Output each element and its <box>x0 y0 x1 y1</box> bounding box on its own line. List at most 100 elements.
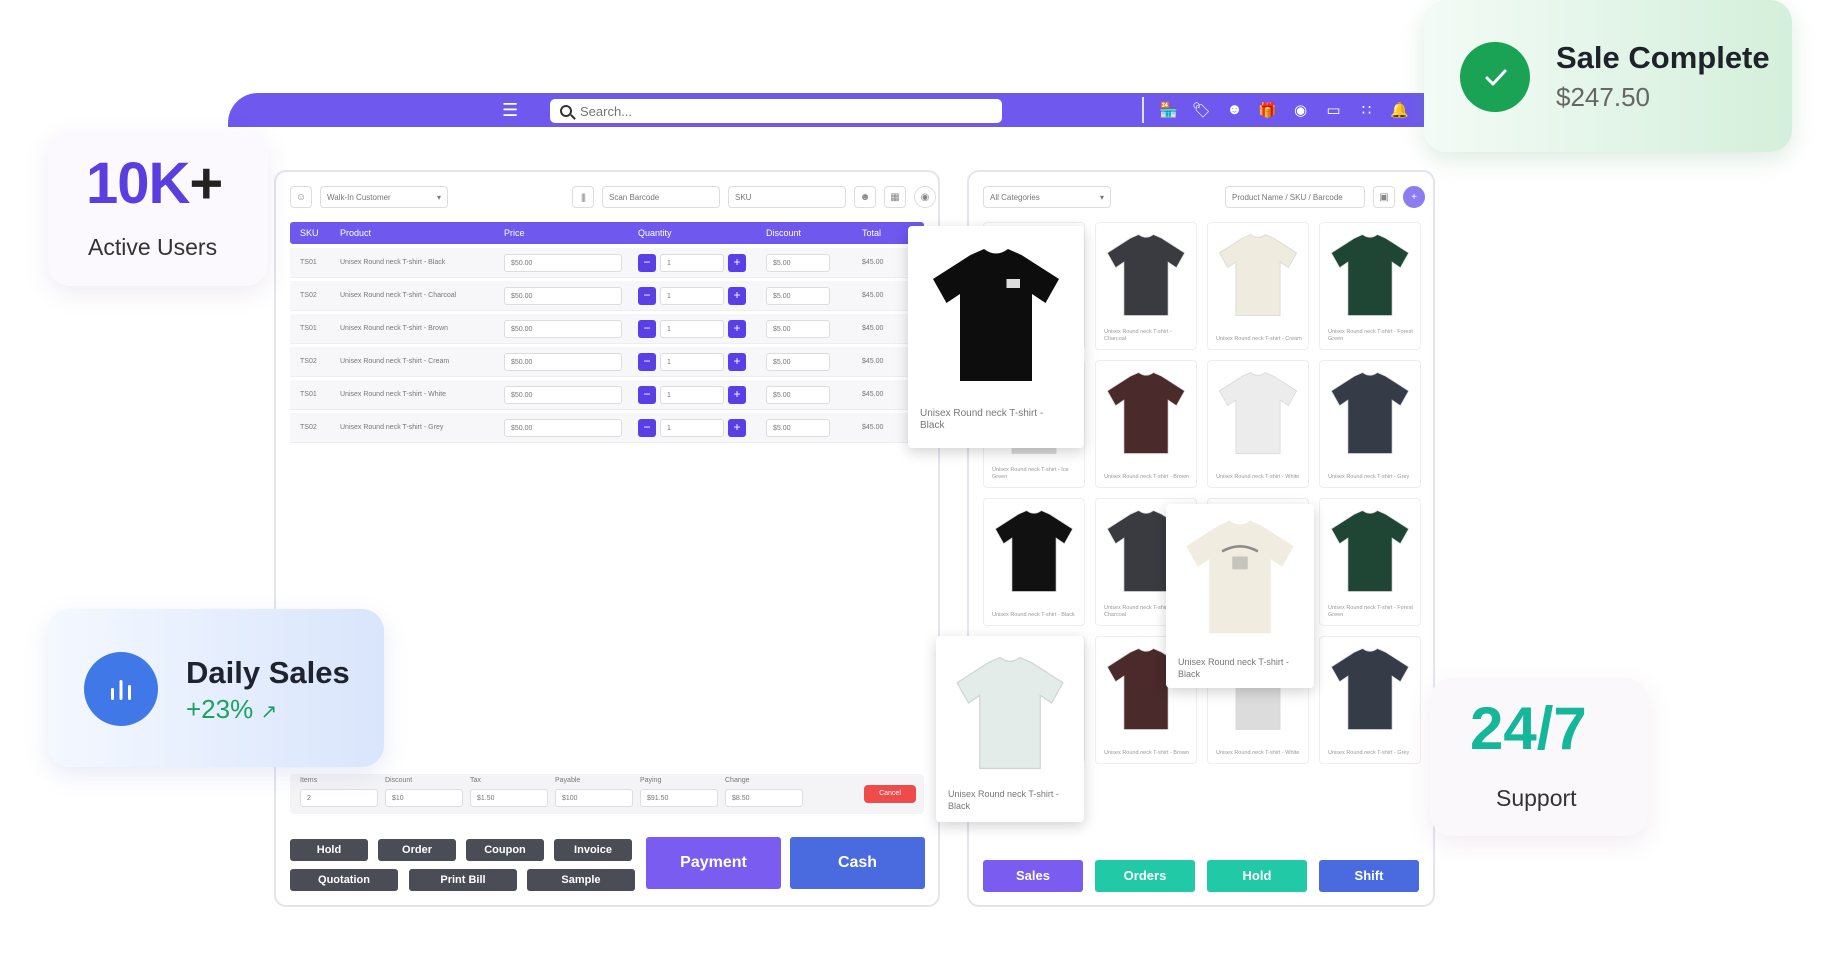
calculator-icon[interactable]: ▦ <box>884 186 906 208</box>
eye-icon[interactable]: ◉ <box>914 186 936 208</box>
gift-icon[interactable]: 🎁 <box>1257 99 1278 120</box>
items-field[interactable]: 2 <box>300 789 378 807</box>
menu-icon[interactable]: ☰ <box>502 100 518 120</box>
qty-decrease-button[interactable]: − <box>638 419 656 437</box>
row-price-input[interactable]: $50.00 <box>504 353 622 371</box>
payable-field[interactable]: $100 <box>555 789 633 807</box>
row-qty-input[interactable]: 1 <box>660 419 724 437</box>
row-discount-input[interactable]: $5.00 <box>766 419 830 437</box>
product-card[interactable]: Unisex Round neck T-shirt - Grey <box>1319 636 1421 764</box>
tshirt-image <box>1106 234 1186 316</box>
cart-toolbar: ☺ Walk-In Customer ▾ ||| Scan Barcode SK… <box>290 186 936 208</box>
row-discount-input[interactable]: $5.00 <box>766 386 830 404</box>
qty-decrease-button[interactable]: − <box>638 320 656 338</box>
sales-button[interactable]: Sales <box>983 860 1083 892</box>
qty-increase-button[interactable]: + <box>728 353 746 371</box>
row-price-input[interactable]: $50.00 <box>504 254 622 272</box>
store-icon[interactable]: 🏪 <box>1158 99 1179 120</box>
orders-button[interactable]: Orders <box>1095 860 1195 892</box>
hold-button[interactable]: Hold <box>290 839 368 861</box>
qty-decrease-button[interactable]: − <box>638 386 656 404</box>
product-card[interactable]: Unisex Round neck T-shirt - Brown <box>1095 360 1197 488</box>
cash-button[interactable]: Cash <box>790 837 925 889</box>
product-card[interactable]: Unisex Round neck T-shirt - White <box>1207 360 1309 488</box>
search-bar[interactable] <box>550 99 1002 123</box>
row-total: $45.00 <box>862 358 884 365</box>
active-users-card: 10K+ Active Users <box>48 130 268 286</box>
device-icon[interactable]: ▭ <box>1323 99 1344 120</box>
coin-icon[interactable]: ◉ <box>1290 99 1311 120</box>
row-discount-input[interactable]: $5.00 <box>766 353 830 371</box>
row-discount-input[interactable]: $5.00 <box>766 254 830 272</box>
row-discount-input[interactable]: $5.00 <box>766 287 830 305</box>
invoice-button[interactable]: Invoice <box>554 839 632 861</box>
qty-increase-button[interactable]: + <box>728 287 746 305</box>
row-qty-input[interactable]: 1 <box>660 353 724 371</box>
quotation-button[interactable]: Quotation <box>290 869 398 891</box>
row-discount-input[interactable]: $5.00 <box>766 320 830 338</box>
shift-button[interactable]: Shift <box>1319 860 1419 892</box>
qty-decrease-button[interactable]: − <box>638 254 656 272</box>
tshirt-image <box>1330 234 1410 316</box>
grid-icon[interactable]: ∷ <box>1356 99 1377 120</box>
search-input[interactable] <box>580 103 980 119</box>
product-card[interactable]: Unisex Round neck T-shirt - Grey <box>1319 360 1421 488</box>
row-qty-input[interactable]: 1 <box>660 386 724 404</box>
user-icon[interactable]: ☻ <box>854 186 876 208</box>
category-select[interactable]: All Categories ▾ <box>983 186 1111 208</box>
product-popup-black[interactable]: Unisex Round neck T-shirt - Black <box>908 226 1084 448</box>
row-price-input[interactable]: $50.00 <box>504 419 622 437</box>
sku-input[interactable]: SKU <box>728 186 846 208</box>
image-icon[interactable]: ▣ <box>1373 186 1395 208</box>
tax-field[interactable]: $1.50 <box>470 789 548 807</box>
qty-decrease-button[interactable]: − <box>638 287 656 305</box>
promo-icon[interactable]: 🏷 <box>1191 99 1212 120</box>
table-row: TS02 Unisex Round neck T-shirt - Cream $50… <box>290 347 924 377</box>
product-card[interactable]: Unisex Round neck T-shirt - Cream <box>1207 222 1309 350</box>
paying-field[interactable]: $91.50 <box>640 789 718 807</box>
product-card[interactable]: Unisex Round neck T-shirt - Forest Green <box>1319 222 1421 350</box>
customer-select[interactable]: Walk-In Customer ▾ <box>320 186 448 208</box>
discount-field[interactable]: $10 <box>385 789 463 807</box>
sample-button[interactable]: Sample <box>527 869 635 891</box>
qty-increase-button[interactable]: + <box>728 320 746 338</box>
bell-icon[interactable]: 🔔 <box>1389 99 1410 120</box>
product-card[interactable]: Unisex Round neck T-shirt - Black <box>983 498 1085 626</box>
product-search-placeholder: Product Name / SKU / Barcode <box>1232 192 1343 202</box>
row-price-input[interactable]: $50.00 <box>504 287 622 305</box>
hold-tab-button[interactable]: Hold <box>1207 860 1307 892</box>
cancel-button[interactable]: Cancel <box>864 785 916 803</box>
barcode-icon[interactable]: ||| <box>572 186 594 208</box>
add-icon[interactable]: + <box>1403 186 1425 208</box>
users-icon[interactable]: ☻ <box>1224 99 1245 120</box>
daily-sales-title: Daily Sales <box>186 655 350 690</box>
customer-icon[interactable]: ☺ <box>290 186 312 208</box>
product-search-input[interactable]: Product Name / SKU / Barcode <box>1225 186 1365 208</box>
product-popup-cream[interactable]: Unisex Round neck T-shirt - Black <box>1166 504 1314 688</box>
tshirt-image <box>1106 372 1186 454</box>
product-caption: Unisex Round neck T-shirt - Black <box>992 612 1075 618</box>
product-card[interactable]: Unisex Round neck T-shirt - Charcoal <box>1095 222 1197 350</box>
row-price-input[interactable]: $50.00 <box>504 386 622 404</box>
row-qty-input[interactable]: 1 <box>660 320 724 338</box>
coupon-button[interactable]: Coupon <box>466 839 544 861</box>
qty-decrease-button[interactable]: − <box>638 353 656 371</box>
top-nav-bar: ☰ 🏪 🏷 ☻ 🎁 ◉ ▭ ∷ 🔔 <box>228 93 1528 127</box>
order-button[interactable]: Order <box>378 839 456 861</box>
nav-divider <box>1142 97 1144 123</box>
product-card[interactable]: Unisex Round neck T-shirt - Forest Green <box>1319 498 1421 626</box>
qty-increase-button[interactable]: + <box>728 254 746 272</box>
row-qty-input[interactable]: 1 <box>660 287 724 305</box>
product-caption: Unisex Round neck T-shirt - Grey <box>1328 750 1410 756</box>
qty-increase-button[interactable]: + <box>728 419 746 437</box>
product-popup-white[interactable]: Unisex Round neck T-shirt - Black <box>936 636 1084 822</box>
payment-button[interactable]: Payment <box>646 837 781 889</box>
col-product: Product <box>340 228 372 238</box>
row-qty-input[interactable]: 1 <box>660 254 724 272</box>
barcode-input[interactable]: Scan Barcode <box>602 186 720 208</box>
print-bill-button[interactable]: Print Bill <box>409 869 517 891</box>
change-field[interactable]: $8.50 <box>725 789 803 807</box>
row-price-input[interactable]: $50.00 <box>504 320 622 338</box>
table-row: TS01 Unisex Round neck T-shirt - Brown $50… <box>290 314 924 344</box>
qty-increase-button[interactable]: + <box>728 386 746 404</box>
